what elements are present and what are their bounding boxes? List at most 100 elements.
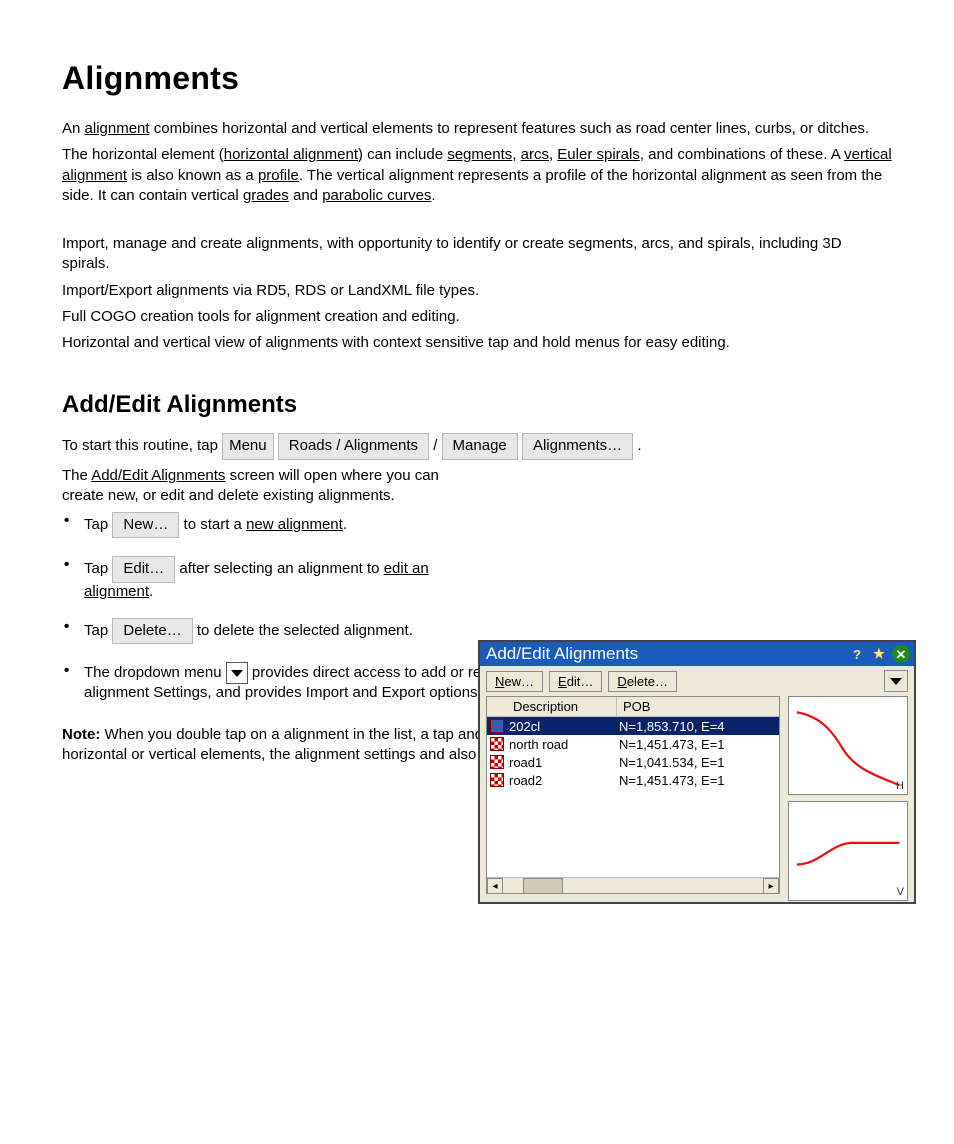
start-routine-line: To start this routine, tap Menu Roads / … [62, 433, 892, 459]
link-profile[interactable]: profile [258, 167, 299, 184]
feature-line-2: Import/Export alignments via RD5, RDS or… [62, 281, 892, 301]
horizontal-scrollbar[interactable]: ◂ ▸ [487, 877, 779, 893]
text: . [343, 516, 347, 533]
cell-description: road1 [507, 755, 617, 770]
cell-description: 202cl [507, 719, 617, 734]
toolbar-dropdown-button[interactable] [884, 670, 908, 692]
text: . [431, 187, 435, 204]
preview-v-label: V [897, 886, 904, 898]
chip-edit: Edit… [112, 556, 175, 582]
feature-line-1: Import, manage and create alignments, wi… [62, 234, 892, 275]
cell-description: north road [507, 737, 617, 752]
text: and [289, 187, 322, 204]
feature-line-3: Full COGO creation tools for alignment c… [62, 307, 892, 327]
feature-line-4: Horizontal and vertical view of alignmen… [62, 333, 892, 353]
alignment-icon [487, 737, 507, 751]
cell-pob: N=1,853.710, E=4 [617, 719, 779, 734]
text: . [637, 437, 641, 454]
intro-block: An alignment combines horizontal and ver… [62, 119, 892, 206]
chip-manage: Manage [442, 433, 518, 459]
column-headers: Description POB [487, 697, 779, 717]
table-row[interactable]: road2N=1,451.473, E=1 [487, 771, 779, 789]
link-parabolic-curves[interactable]: parabolic curves [322, 187, 431, 204]
intro-p2: The horizontal element (horizontal align… [62, 145, 892, 206]
dialog-titlebar: Add/Edit Alignments ? ★ ✕ [480, 642, 914, 666]
cell-pob: N=1,041.534, E=1 [617, 755, 779, 770]
preview-h-label: H [896, 780, 904, 792]
dialog-toolbar: New… Edit… Delete… [480, 666, 914, 696]
favorite-icon[interactable]: ★ [870, 645, 888, 663]
text: is also known as a [127, 167, 258, 184]
alignment-icon [487, 773, 507, 787]
btn-label: dit… [567, 674, 594, 689]
scroll-left-icon[interactable]: ◂ [487, 878, 503, 894]
text: to delete the selected alignment. [193, 622, 413, 639]
text: , and combinations of these. A [640, 146, 844, 163]
page-title: Alignments [62, 60, 892, 97]
h-curve-icon [789, 697, 907, 794]
link-arcs[interactable]: arcs [521, 146, 549, 163]
link-alignment[interactable]: alignment [85, 120, 150, 137]
cell-pob: N=1,451.473, E=1 [617, 737, 779, 752]
link-add-edit-alignments[interactable]: Add/Edit Alignments [91, 467, 225, 484]
cell-pob: N=1,451.473, E=1 [617, 773, 779, 788]
link-grades[interactable]: grades [243, 187, 289, 204]
horizontal-preview: H [788, 696, 908, 795]
link-horizontal-alignment[interactable]: horizontal alignment [224, 146, 358, 163]
text: combines horizontal and vertical element… [154, 120, 869, 137]
open-screen-line: The Add/Edit Alignments screen will open… [62, 466, 442, 507]
vertical-preview: V [788, 801, 908, 900]
btn-label: elete… [627, 674, 668, 689]
chip-roads-alignments: Roads / Alignments [278, 433, 429, 459]
dialog-title: Add/Edit Alignments [486, 644, 844, 664]
text: after selecting an alignment to [175, 560, 383, 577]
dialog-body: Description POB 202clN=1,853.710, E=4nor… [480, 696, 914, 900]
text: Tap [84, 516, 112, 533]
preview-panels: H V [788, 696, 908, 894]
scroll-thumb[interactable] [523, 878, 563, 894]
dropdown-icon [226, 662, 248, 684]
table-row[interactable]: road1N=1,041.534, E=1 [487, 753, 779, 771]
text: To start this routine, tap [62, 437, 222, 454]
link-euler-spirals[interactable]: Euler spirals [557, 146, 640, 163]
col-pob[interactable]: POB [617, 697, 779, 716]
text: to start a [179, 516, 246, 533]
alignment-icon [487, 755, 507, 769]
close-icon[interactable]: ✕ [892, 645, 910, 663]
chip-delete: Delete… [112, 618, 192, 644]
chip-new: New… [112, 512, 179, 538]
text: The horizontal element ( [62, 146, 224, 163]
text: ) can include [358, 146, 447, 163]
help-icon[interactable]: ? [848, 645, 866, 663]
add-edit-alignments-dialog: Add/Edit Alignments ? ★ ✕ New… Edit… Del… [478, 640, 916, 904]
rows-container: 202clN=1,853.710, E=4north roadN=1,451.4… [487, 717, 779, 877]
new-button[interactable]: New… [486, 671, 543, 692]
subsection-title: Add/Edit Alignments [62, 391, 892, 419]
chip-alignments: Alignments… [522, 433, 633, 459]
col-icon [487, 697, 507, 716]
text: The dropdown menu [84, 664, 226, 681]
text: The [62, 467, 91, 484]
text: Tap [84, 622, 112, 639]
text: . [149, 583, 153, 600]
text: , [512, 146, 520, 163]
text: / [433, 437, 441, 454]
col-description[interactable]: Description [507, 697, 617, 716]
link-new-alignment[interactable]: new alignment [246, 516, 343, 533]
table-row[interactable]: 202clN=1,853.710, E=4 [487, 717, 779, 735]
step-edit: Tap Edit… after selecting an alignment t… [62, 556, 892, 599]
intro-p1: An alignment combines horizontal and ver… [62, 119, 892, 139]
step-new: Tap New… to start a new alignment. [62, 512, 892, 538]
edit-button[interactable]: Edit… [549, 671, 602, 692]
v-curve-icon [789, 802, 907, 899]
text: Tap [84, 560, 112, 577]
alignments-list: Description POB 202clN=1,853.710, E=4nor… [486, 696, 780, 894]
note-label: Note: [62, 726, 100, 743]
cell-description: road2 [507, 773, 617, 788]
alignment-icon [487, 719, 507, 733]
link-segments[interactable]: segments [447, 146, 512, 163]
delete-button[interactable]: Delete… [608, 671, 677, 692]
scroll-right-icon[interactable]: ▸ [763, 878, 779, 894]
text: An [62, 120, 85, 137]
table-row[interactable]: north roadN=1,451.473, E=1 [487, 735, 779, 753]
